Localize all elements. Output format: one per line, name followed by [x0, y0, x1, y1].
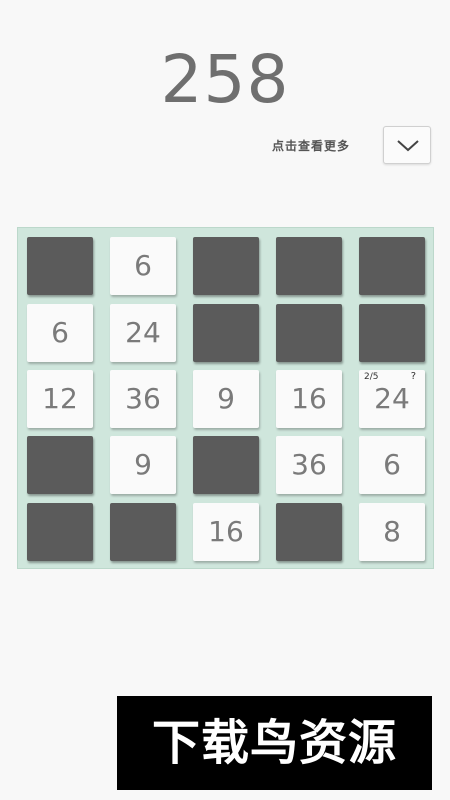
score: 258: [160, 41, 290, 118]
grid-cell[interactable]: [193, 436, 259, 494]
grid-cell[interactable]: 16: [276, 370, 342, 428]
game-board: 6 6 24 12 36 9 16 2/5 ? 24 9 36 6 16 8: [17, 227, 434, 569]
grid-cell[interactable]: [359, 304, 425, 362]
grid-cell[interactable]: [276, 237, 342, 295]
grid-cell[interactable]: 6: [359, 436, 425, 494]
grid-cell[interactable]: [27, 237, 93, 295]
grid-cell[interactable]: 36: [276, 436, 342, 494]
watermark-banner: 下载鸟资源: [117, 696, 432, 790]
grid-cell[interactable]: 8: [359, 503, 425, 561]
grid-cell-hint[interactable]: 2/5 ? 24: [359, 370, 425, 428]
grid-cell[interactable]: 6: [110, 237, 176, 295]
grid-cell[interactable]: 9: [110, 436, 176, 494]
grid-cell[interactable]: 36: [110, 370, 176, 428]
grid-cell[interactable]: 12: [27, 370, 93, 428]
grid-cell[interactable]: [110, 503, 176, 561]
chevron-down-icon: [397, 140, 419, 152]
grid-cell[interactable]: [193, 304, 259, 362]
grid-cell[interactable]: [27, 436, 93, 494]
hint-progress: 2/5: [364, 372, 379, 382]
grid-cell[interactable]: 24: [110, 304, 176, 362]
more-dropdown-button[interactable]: [383, 126, 431, 164]
help-icon[interactable]: ?: [411, 372, 416, 382]
grid-cell[interactable]: [276, 503, 342, 561]
grid-cell[interactable]: [27, 503, 93, 561]
see-more-label[interactable]: 点击查看更多: [200, 137, 350, 154]
watermark-text: 下载鸟资源: [151, 715, 397, 771]
grid-cell[interactable]: 16: [193, 503, 259, 561]
cell-value: 24: [374, 382, 410, 415]
grid-cell[interactable]: 9: [193, 370, 259, 428]
grid-cell[interactable]: [193, 237, 259, 295]
grid-cell[interactable]: [276, 304, 342, 362]
grid-cell[interactable]: 6: [27, 304, 93, 362]
grid-cell[interactable]: [359, 237, 425, 295]
